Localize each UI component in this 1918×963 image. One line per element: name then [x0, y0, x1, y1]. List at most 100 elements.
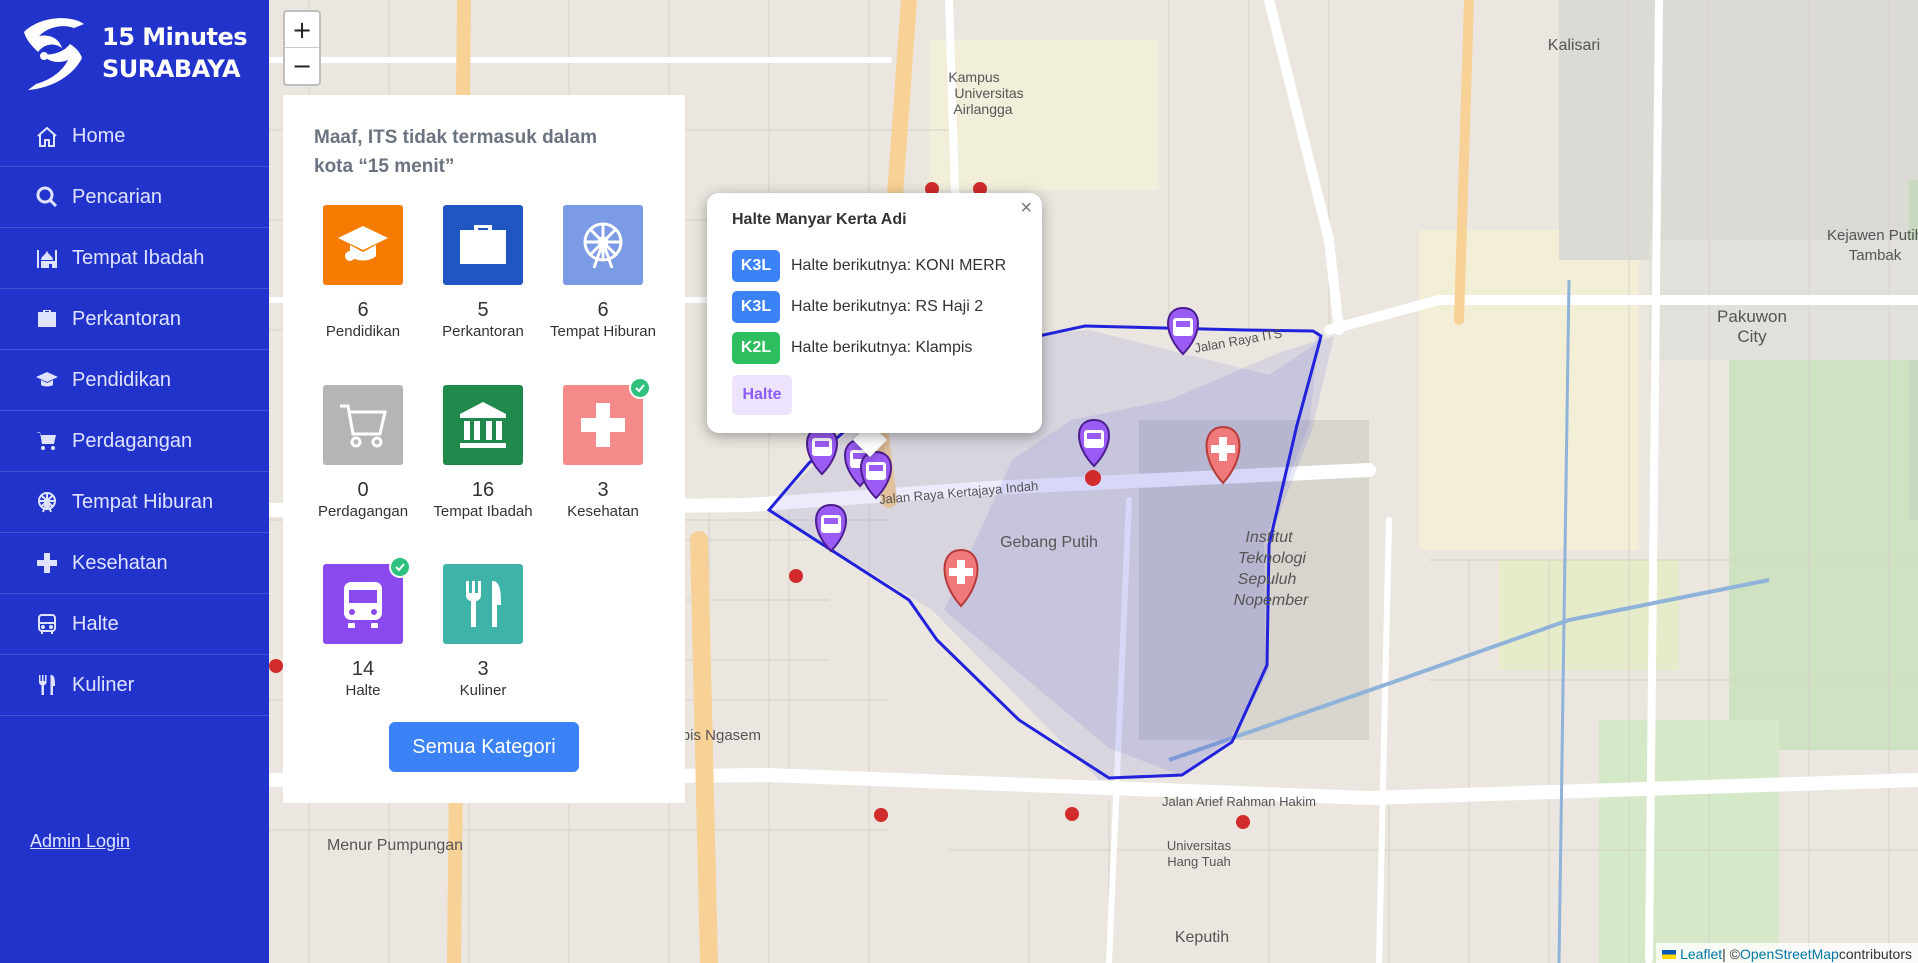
shark-crocodile-logo-icon — [24, 18, 84, 90]
all-categories-button[interactable]: Semua Kategori — [389, 722, 579, 772]
category-kuliner[interactable]: 3 Kuliner — [428, 564, 538, 701]
route-row: K3L Halte berikutnya: RS Haji 2 — [732, 291, 983, 323]
map-label-its3: Sepuluh — [1238, 571, 1297, 588]
category-halte[interactable]: 14 Halte — [308, 556, 418, 701]
category-tile[interactable] — [563, 377, 651, 465]
map-label-universitas: Universitas — [954, 85, 1023, 101]
category-kesehatan[interactable]: 3 Kesehatan — [548, 377, 658, 522]
graduation-cap-icon — [338, 226, 388, 261]
category-label: Tempat Ibadah — [433, 503, 533, 520]
route-badge: K3L — [732, 291, 780, 323]
checkmark-icon — [389, 556, 411, 578]
briefcase-icon — [460, 225, 506, 264]
sidebar-item-halte[interactable]: Halte — [0, 594, 269, 655]
sidebar: 15 Minutes SURABAYA Home Pencarian Tempa… — [0, 0, 269, 963]
ukraine-flag-icon — [1662, 949, 1677, 959]
category-tile[interactable] — [563, 205, 643, 285]
popup-title: Halte Manyar Kerta Adi — [732, 211, 907, 228]
route-next-stop: Halte berikutnya: RS Haji 2 — [791, 298, 984, 315]
route-next-stop: Halte berikutnya: KONI MERR — [791, 257, 1007, 274]
cart-icon — [340, 404, 387, 448]
plus-icon — [34, 550, 60, 576]
checkmark-icon — [629, 377, 651, 399]
plus-icon — [581, 403, 625, 447]
category-label: Halte — [345, 682, 381, 699]
map-label-its2: Teknologi — [1238, 550, 1306, 567]
sidebar-item-label: Home — [72, 125, 126, 147]
sidebar-item-label: Halte — [72, 612, 119, 635]
sidebar-item-tempat-hiburan[interactable]: Tempat Hiburan — [0, 472, 269, 533]
sidebar-item-kuliner[interactable]: Kuliner — [0, 655, 269, 716]
category-label: Kesehatan — [567, 503, 639, 520]
category-tile[interactable] — [443, 205, 523, 285]
sidebar-item-home[interactable]: Home — [0, 106, 269, 167]
sidebar-item-label: Perkantoran — [72, 307, 181, 330]
attribution-separator: | © — [1722, 946, 1740, 962]
category-count: 3 — [477, 658, 489, 680]
category-panel: Maaf, ITS tidak termasuk dalam kota “15 … — [283, 95, 685, 803]
ferris-wheel-icon — [34, 489, 60, 515]
category-label: Pendidikan — [325, 323, 401, 340]
zoom-in-button[interactable]: + — [285, 12, 319, 48]
halte-badge: Halte — [732, 375, 792, 415]
map-label-menur: Menur Pumpungan — [327, 837, 463, 854]
category-tempat-hiburan[interactable]: 6 Tempat Hiburan — [548, 205, 658, 342]
map-label-keputih: Keputih — [1175, 929, 1229, 946]
sidebar-item-pendidikan[interactable]: Pendidikan — [0, 350, 269, 411]
route-next-stop: Halte berikutnya: Klampis — [791, 339, 973, 356]
osm-link[interactable]: OpenStreetMap — [1740, 946, 1839, 962]
route-badge: K3L — [732, 250, 780, 282]
cart-icon — [34, 428, 60, 454]
sidebar-item-label: Tempat Hiburan — [72, 490, 214, 513]
category-count: 14 — [351, 658, 375, 680]
category-perdagangan[interactable]: 0 Perdagangan — [308, 385, 418, 522]
route-row: K2L Halte berikutnya: Klampis — [732, 332, 972, 364]
sidebar-item-pencarian[interactable]: Pencarian — [0, 167, 269, 228]
leaflet-link[interactable]: Leaflet — [1680, 946, 1722, 962]
map-label-gebang: Gebang Putih — [1000, 534, 1098, 551]
map-label-airlangga: Airlangga — [953, 101, 1012, 117]
category-tempat-ibadah[interactable]: 16 Tempat Ibadah — [428, 385, 538, 522]
category-count: 6 — [357, 299, 369, 321]
attribution-suffix: contributors — [1838, 946, 1912, 962]
map-label-kampus: Kampus — [948, 69, 999, 85]
map-label-arif: Jalan Arief Rahman Hakim — [1162, 794, 1316, 809]
category-count: 3 — [597, 479, 609, 501]
graduation-cap-icon — [34, 367, 60, 393]
map-label-pakuwon2: City — [1737, 327, 1767, 346]
sidebar-item-kesehatan[interactable]: Kesehatan — [0, 533, 269, 594]
zoom-out-button[interactable]: − — [285, 48, 319, 84]
map-label-hang-tuah2: Hang Tuah — [1167, 854, 1231, 869]
map-label-its4: Nopember — [1234, 592, 1309, 609]
sidebar-item-tempat-ibadah[interactable]: Tempat Ibadah — [0, 228, 269, 289]
category-tile[interactable] — [443, 385, 523, 465]
briefcase-icon — [34, 306, 60, 332]
close-icon[interactable]: × — [1020, 197, 1032, 220]
category-tile[interactable] — [323, 385, 403, 465]
brand-title-line1: 15 Minutes — [102, 23, 248, 51]
category-count: 0 — [357, 479, 369, 501]
category-count: 5 — [477, 299, 489, 321]
category-tile[interactable] — [323, 556, 411, 644]
category-label: Tempat Hiburan — [550, 323, 656, 340]
category-tile[interactable] — [443, 564, 523, 644]
category-perkantoran[interactable]: 5 Perkantoran — [428, 205, 538, 342]
admin-login-link[interactable]: Admin Login — [30, 831, 130, 852]
brand-title-line2: SURABAYA — [102, 55, 241, 83]
category-tile[interactable] — [323, 205, 403, 285]
ferris-wheel-icon — [583, 222, 623, 269]
sidebar-item-perkantoran[interactable]: Perkantoran — [0, 289, 269, 350]
category-count: 6 — [597, 299, 609, 321]
category-label: Perdagangan — [317, 503, 409, 520]
search-icon — [34, 184, 60, 210]
utensils-icon — [34, 672, 60, 698]
category-pendidikan[interactable]: 6 Pendidikan — [308, 205, 418, 342]
sidebar-item-label: Pencarian — [72, 185, 163, 208]
sidebar-item-perdagangan[interactable]: Perdagangan — [0, 411, 269, 472]
brand[interactable]: 15 Minutes SURABAYA — [0, 0, 269, 106]
map-label-kejawen2: Tambak — [1849, 247, 1902, 264]
map-label-kejawen1: Kejawen Putih — [1827, 227, 1918, 244]
sidebar-item-label: Pendidikan — [72, 368, 171, 391]
sidebar-nav: Home Pencarian Tempat Ibadah Perkantoran… — [0, 106, 269, 716]
bus-stop-popup: × Halte Manyar Kerta Adi K3L Halte berik… — [707, 193, 1042, 433]
